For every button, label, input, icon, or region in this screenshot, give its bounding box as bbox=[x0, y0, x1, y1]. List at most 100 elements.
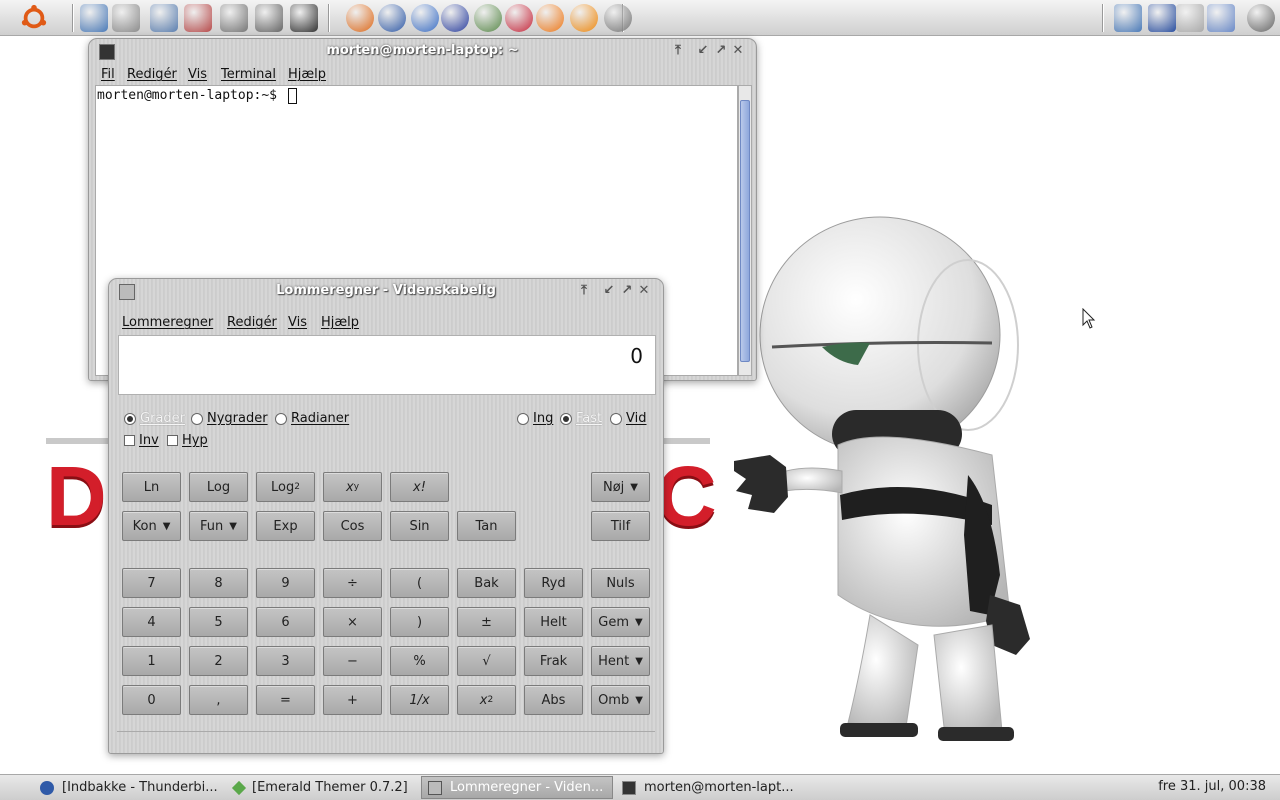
button-6[interactable]: 6 bbox=[256, 607, 315, 637]
radio-ing[interactable]: Ing bbox=[517, 411, 553, 426]
button-store-dropdown[interactable]: Gem ▼ bbox=[591, 607, 650, 637]
checkbox-hyp[interactable]: Hyp bbox=[167, 433, 208, 448]
menu-lommeregner[interactable]: Lommeregner bbox=[122, 315, 213, 330]
radio-circle[interactable] bbox=[124, 412, 136, 425]
button-2[interactable]: 2 bbox=[189, 646, 248, 676]
button-log[interactable]: Log bbox=[189, 472, 248, 502]
close-icon[interactable]: ✕ bbox=[636, 283, 652, 299]
radio-nygrader[interactable]: Nygrader bbox=[191, 411, 268, 426]
radio-circle[interactable] bbox=[610, 412, 622, 425]
button-plus-minus[interactable]: ± bbox=[457, 607, 516, 637]
checkbox-box[interactable] bbox=[167, 435, 178, 446]
button-x-pow-y[interactable]: xy bbox=[323, 472, 382, 502]
button-square-root[interactable]: √ bbox=[457, 646, 516, 676]
menu-rediger[interactable]: Redigér bbox=[127, 67, 177, 82]
checkbox-box[interactable] bbox=[124, 435, 135, 446]
button-decimal[interactable]: , bbox=[189, 685, 248, 715]
button-log2[interactable]: Log 2 bbox=[256, 472, 315, 502]
button-ln[interactable]: Ln bbox=[122, 472, 181, 502]
button-integer[interactable]: Helt bbox=[524, 607, 583, 637]
radio-circle[interactable] bbox=[191, 412, 203, 425]
home-folder-icon[interactable] bbox=[80, 4, 108, 32]
display-switch-icon[interactable] bbox=[1207, 4, 1235, 32]
button-recall-dropdown[interactable]: Hent ▼ bbox=[591, 646, 650, 676]
menu-vis[interactable]: Vis bbox=[188, 67, 207, 82]
button-9[interactable]: 9 bbox=[256, 568, 315, 598]
google-earth-icon[interactable] bbox=[411, 4, 439, 32]
firefox-icon[interactable] bbox=[346, 4, 374, 32]
calculator-window[interactable]: Lommeregner - Videnskabelig ⤒ ↙ ↗ ✕ Lomm… bbox=[108, 278, 664, 754]
button-1[interactable]: 1 bbox=[122, 646, 181, 676]
gnome-foot-icon[interactable] bbox=[441, 4, 469, 32]
button-x-squared[interactable]: x2 bbox=[457, 685, 516, 715]
menu-hjaelp[interactable]: Hjælp bbox=[288, 67, 326, 82]
desktop-icon[interactable] bbox=[1114, 4, 1142, 32]
button-divide[interactable]: ÷ bbox=[323, 568, 382, 598]
phoenix-icon[interactable] bbox=[536, 4, 564, 32]
button-cos[interactable]: Cos bbox=[323, 511, 382, 541]
button-reciprocal[interactable]: 1/x bbox=[390, 685, 449, 715]
clock[interactable]: fre 31. jul, 00:38 bbox=[1158, 779, 1266, 794]
menu-fil[interactable]: Fil bbox=[101, 67, 115, 82]
calculator-display[interactable]: 0 bbox=[118, 335, 656, 395]
task-thunderbird[interactable]: [Indbakke - Thunderbi... bbox=[34, 776, 220, 799]
vlc-cone-icon[interactable] bbox=[570, 4, 598, 32]
button-tan[interactable]: Tan bbox=[457, 511, 516, 541]
radio-vid[interactable]: Vid bbox=[610, 411, 646, 426]
maximize-icon[interactable]: ↗ bbox=[619, 283, 635, 299]
button-functions-dropdown[interactable]: Fun ▼ bbox=[189, 511, 248, 541]
trash-icon[interactable] bbox=[112, 4, 140, 32]
printer-icon[interactable] bbox=[220, 4, 248, 32]
task-terminal[interactable]: morten@morten-lapt... bbox=[616, 776, 802, 799]
button-sin[interactable]: Sin bbox=[390, 511, 449, 541]
button-subtract[interactable]: − bbox=[323, 646, 382, 676]
button-0[interactable]: 0 bbox=[122, 685, 181, 715]
minimize-icon[interactable]: ↙ bbox=[695, 43, 711, 59]
button-7[interactable]: 7 bbox=[122, 568, 181, 598]
maximize-icon[interactable]: ↗ bbox=[713, 43, 729, 59]
brightness-sun-icon[interactable] bbox=[1176, 4, 1204, 32]
button-equals[interactable]: = bbox=[256, 685, 315, 715]
button-tilf[interactable]: Tilf bbox=[591, 511, 650, 541]
terminal-icon[interactable] bbox=[290, 4, 318, 32]
task-emerald-themer[interactable]: [Emerald Themer 0.7.2] bbox=[228, 776, 414, 799]
minimize-icon[interactable]: ↙ bbox=[601, 283, 617, 299]
package-manager-icon[interactable] bbox=[184, 4, 212, 32]
button-exp[interactable]: Exp bbox=[256, 511, 315, 541]
ubuntu-menu-icon[interactable] bbox=[20, 4, 48, 32]
button-4[interactable]: 4 bbox=[122, 607, 181, 637]
radio-circle[interactable] bbox=[560, 412, 572, 425]
calculator-titlebar[interactable]: Lommeregner - Videnskabelig ⤒ ↙ ↗ ✕ bbox=[109, 279, 663, 305]
menu-terminal[interactable]: Terminal bbox=[221, 67, 276, 82]
checkbox-inv[interactable]: Inv bbox=[124, 433, 159, 448]
button-abs[interactable]: Abs bbox=[524, 685, 583, 715]
button-exchange-dropdown[interactable]: Omb ▼ bbox=[591, 685, 650, 715]
button-multiply[interactable]: × bbox=[323, 607, 382, 637]
button-8[interactable]: 8 bbox=[189, 568, 248, 598]
button-5[interactable]: 5 bbox=[189, 607, 248, 637]
menu-rediger[interactable]: Redigér bbox=[227, 315, 277, 330]
button-clear[interactable]: Ryd bbox=[524, 568, 583, 598]
button-fraction[interactable]: Frak bbox=[524, 646, 583, 676]
radio-radianer[interactable]: Radianer bbox=[275, 411, 349, 426]
terminal-scrollbar[interactable] bbox=[738, 85, 752, 376]
menu-vis[interactable]: Vis bbox=[288, 315, 307, 330]
button-constants-dropdown[interactable]: Kon ▼ bbox=[122, 511, 181, 541]
radio-circle[interactable] bbox=[275, 412, 287, 425]
terminal-titlebar[interactable]: morten@morten-laptop: ~ ⤒ ↙ ↗ ✕ bbox=[89, 39, 756, 65]
button-add[interactable]: + bbox=[323, 685, 382, 715]
settings-gear-icon[interactable] bbox=[255, 4, 283, 32]
radio-fast[interactable]: Fast bbox=[560, 411, 602, 426]
button-close-paren[interactable]: ) bbox=[390, 607, 449, 637]
close-icon[interactable]: ✕ bbox=[730, 43, 746, 59]
button-percent[interactable]: % bbox=[390, 646, 449, 676]
button-precision-dropdown[interactable]: Nøj ▼ bbox=[591, 472, 650, 502]
miro-icon[interactable] bbox=[505, 4, 533, 32]
button-open-paren[interactable]: ( bbox=[390, 568, 449, 598]
keep-above-icon[interactable]: ⤒ bbox=[670, 43, 686, 59]
button-reset[interactable]: Nuls bbox=[591, 568, 650, 598]
keep-above-icon[interactable]: ⤒ bbox=[576, 283, 592, 299]
button-3[interactable]: 3 bbox=[256, 646, 315, 676]
calculator-icon[interactable] bbox=[604, 4, 632, 32]
computer-icon[interactable] bbox=[150, 4, 178, 32]
